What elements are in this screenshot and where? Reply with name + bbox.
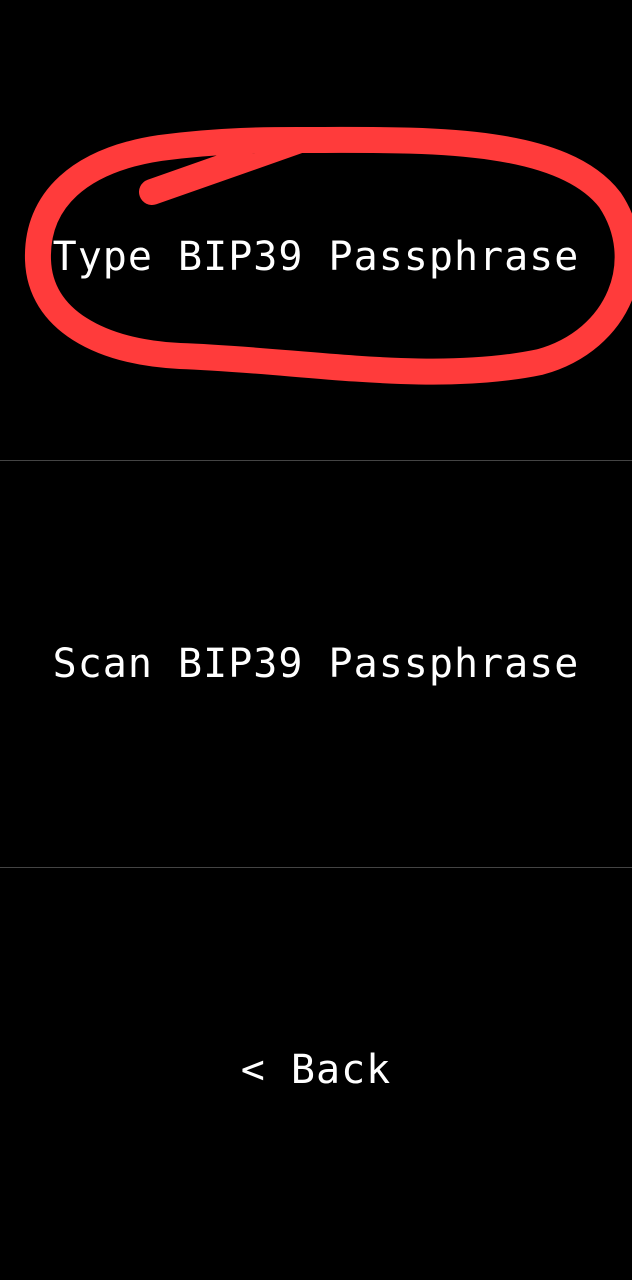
scan-bip39-passphrase-label: Scan BIP39 Passphrase <box>52 640 580 687</box>
back-button[interactable]: < Back <box>0 868 632 1271</box>
type-bip39-passphrase-label: Type BIP39 Passphrase <box>52 233 580 280</box>
passphrase-menu: Type BIP39 Passphrase Scan BIP39 Passphr… <box>0 0 632 1280</box>
type-bip39-passphrase-button[interactable]: Type BIP39 Passphrase <box>0 53 632 460</box>
back-label: < Back <box>240 1046 392 1093</box>
scan-bip39-passphrase-button[interactable]: Scan BIP39 Passphrase <box>0 460 632 867</box>
